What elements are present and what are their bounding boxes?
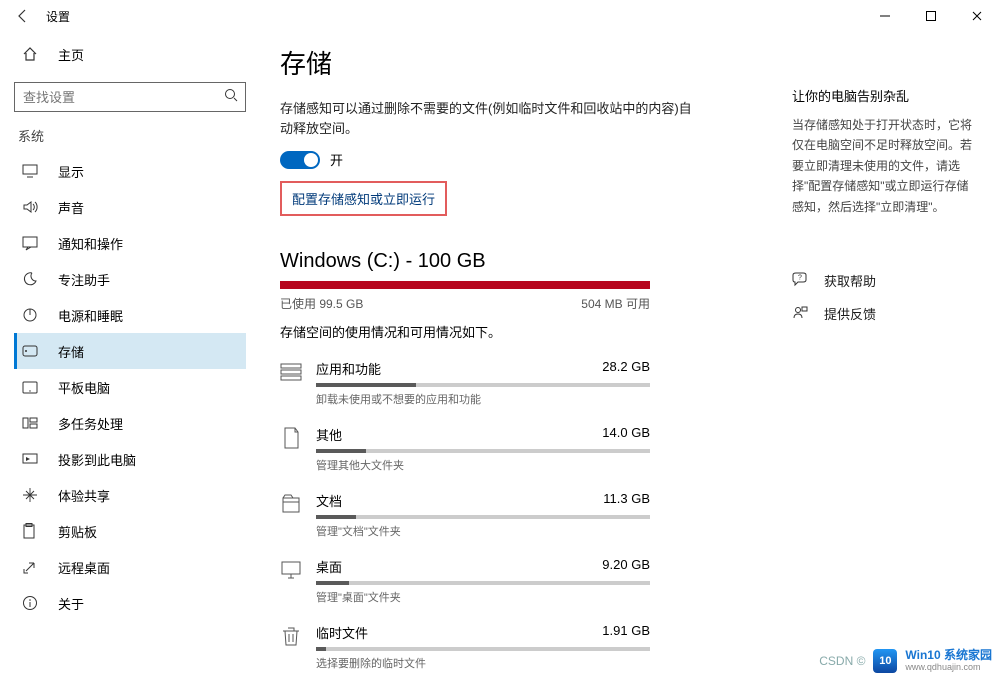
category-hint: 管理"桌面"文件夹: [316, 589, 650, 605]
tablet-icon: [22, 381, 40, 394]
storage-sense-toggle[interactable]: [280, 151, 320, 169]
category-size: 1.91 GB: [602, 623, 650, 642]
category-hint: 卸载未使用或不想要的应用和功能: [316, 391, 650, 407]
search-box[interactable]: [14, 82, 246, 112]
nav-notifications[interactable]: 通知和操作: [14, 225, 246, 261]
clipboard-icon: [22, 523, 40, 539]
nav-project[interactable]: 投影到此电脑: [14, 441, 246, 477]
nav-about[interactable]: 关于: [14, 585, 246, 621]
nav-power[interactable]: 电源和睡眠: [14, 297, 246, 333]
category-bar: [316, 515, 650, 519]
nav-storage[interactable]: 存储: [14, 333, 246, 369]
back-button[interactable]: [4, 0, 42, 32]
configure-storage-sense-link[interactable]: 配置存储感知或立即运行: [280, 181, 447, 216]
focus-icon: [22, 271, 40, 287]
storage-sense-desc: 存储感知可以通过删除不需要的文件(例如临时文件和回收站中的内容)自动释放空间。: [280, 99, 700, 138]
category-bar: [316, 581, 650, 585]
nav-display[interactable]: 显示: [14, 153, 246, 189]
nav-tablet[interactable]: 平板电脑: [14, 369, 246, 405]
page-title: 存储: [280, 44, 980, 81]
nav-focus[interactable]: 专注助手: [14, 261, 246, 297]
free-label: 504 MB 可用: [581, 295, 650, 312]
category-name: 应用和功能: [316, 359, 381, 378]
category-icon: [280, 427, 302, 449]
storage-icon: [22, 345, 40, 357]
category-icon: [280, 559, 302, 581]
category-hint: 管理其他大文件夹: [316, 457, 650, 473]
home-link[interactable]: 主页: [14, 32, 246, 76]
get-help-link[interactable]: ?获取帮助: [792, 271, 972, 290]
share-icon: [22, 487, 40, 503]
sidebar: 主页 系统 显示 声音 通知和操作 专注助手 电源和睡眠 存储 平板电脑 多任务…: [0, 32, 260, 681]
notifications-icon: [22, 236, 40, 251]
window-title: 设置: [46, 8, 70, 25]
about-icon: [22, 595, 40, 611]
maximize-button[interactable]: [908, 0, 954, 32]
used-label: 已使用 99.5 GB: [280, 295, 363, 312]
project-icon: [22, 453, 40, 466]
svg-text:?: ?: [798, 275, 802, 282]
category-size: 11.3 GB: [603, 491, 650, 510]
help-icon: ?: [792, 272, 810, 288]
category-bar: [316, 383, 650, 387]
category-row[interactable]: 桌面 9.20 GB 管理"桌面"文件夹: [280, 557, 650, 605]
watermark: CSDN © 10 Win10 系统家园 www.qdhuajin.com: [819, 649, 992, 673]
category-row[interactable]: 应用和功能 28.2 GB 卸载未使用或不想要的应用和功能: [280, 359, 650, 407]
display-icon: [22, 164, 40, 178]
toggle-label: 开: [330, 150, 343, 169]
feedback-icon: [792, 305, 810, 321]
category-icon: [280, 493, 302, 515]
info-title: 让你的电脑告别杂乱: [792, 86, 972, 105]
disk-usage-bar: [280, 281, 650, 289]
category-name: 其他: [316, 425, 342, 444]
power-icon: [22, 307, 40, 323]
category-hint: 选择要删除的临时文件: [316, 655, 650, 671]
close-button[interactable]: [954, 0, 1000, 32]
category-name: 临时文件: [316, 623, 368, 642]
feedback-link[interactable]: 提供反馈: [792, 304, 972, 323]
search-icon: [223, 87, 239, 103]
category-name: 桌面: [316, 557, 342, 576]
nav-sound[interactable]: 声音: [14, 189, 246, 225]
category-icon: [280, 625, 302, 647]
category-size: 9.20 GB: [602, 557, 650, 576]
home-label: 主页: [58, 45, 84, 64]
category-row[interactable]: 其他 14.0 GB 管理其他大文件夹: [280, 425, 650, 473]
remote-icon: [22, 559, 40, 575]
sound-icon: [22, 199, 40, 215]
category-row[interactable]: 文档 11.3 GB 管理"文档"文件夹: [280, 491, 650, 539]
category-hint: 管理"文档"文件夹: [316, 523, 650, 539]
category-size: 28.2 GB: [602, 359, 650, 378]
brand-logo: 10: [873, 649, 897, 673]
home-icon: [22, 46, 40, 62]
nav-share[interactable]: 体验共享: [14, 477, 246, 513]
main-content: 存储 存储感知可以通过删除不需要的文件(例如临时文件和回收站中的内容)自动释放空…: [260, 32, 1000, 681]
minimize-button[interactable]: [862, 0, 908, 32]
nav-remote[interactable]: 远程桌面: [14, 549, 246, 585]
group-header: 系统: [18, 126, 246, 145]
info-text: 当存储感知处于打开状态时，它将仅在电脑空间不足时释放空间。若要立即清理未使用的文…: [792, 115, 972, 217]
nav-multitask[interactable]: 多任务处理: [14, 405, 246, 441]
category-name: 文档: [316, 491, 342, 510]
category-row[interactable]: 临时文件 1.91 GB 选择要删除的临时文件: [280, 623, 650, 671]
category-bar: [316, 647, 650, 651]
search-input[interactable]: [15, 83, 245, 111]
category-bar: [316, 449, 650, 453]
nav-clipboard[interactable]: 剪贴板: [14, 513, 246, 549]
usage-desc: 存储空间的使用情况和可用情况如下。: [280, 322, 980, 341]
multitask-icon: [22, 417, 40, 429]
info-panel: 让你的电脑告别杂乱 当存储感知处于打开状态时，它将仅在电脑空间不足时释放空间。若…: [792, 86, 972, 323]
category-size: 14.0 GB: [602, 425, 650, 444]
category-icon: [280, 361, 302, 383]
